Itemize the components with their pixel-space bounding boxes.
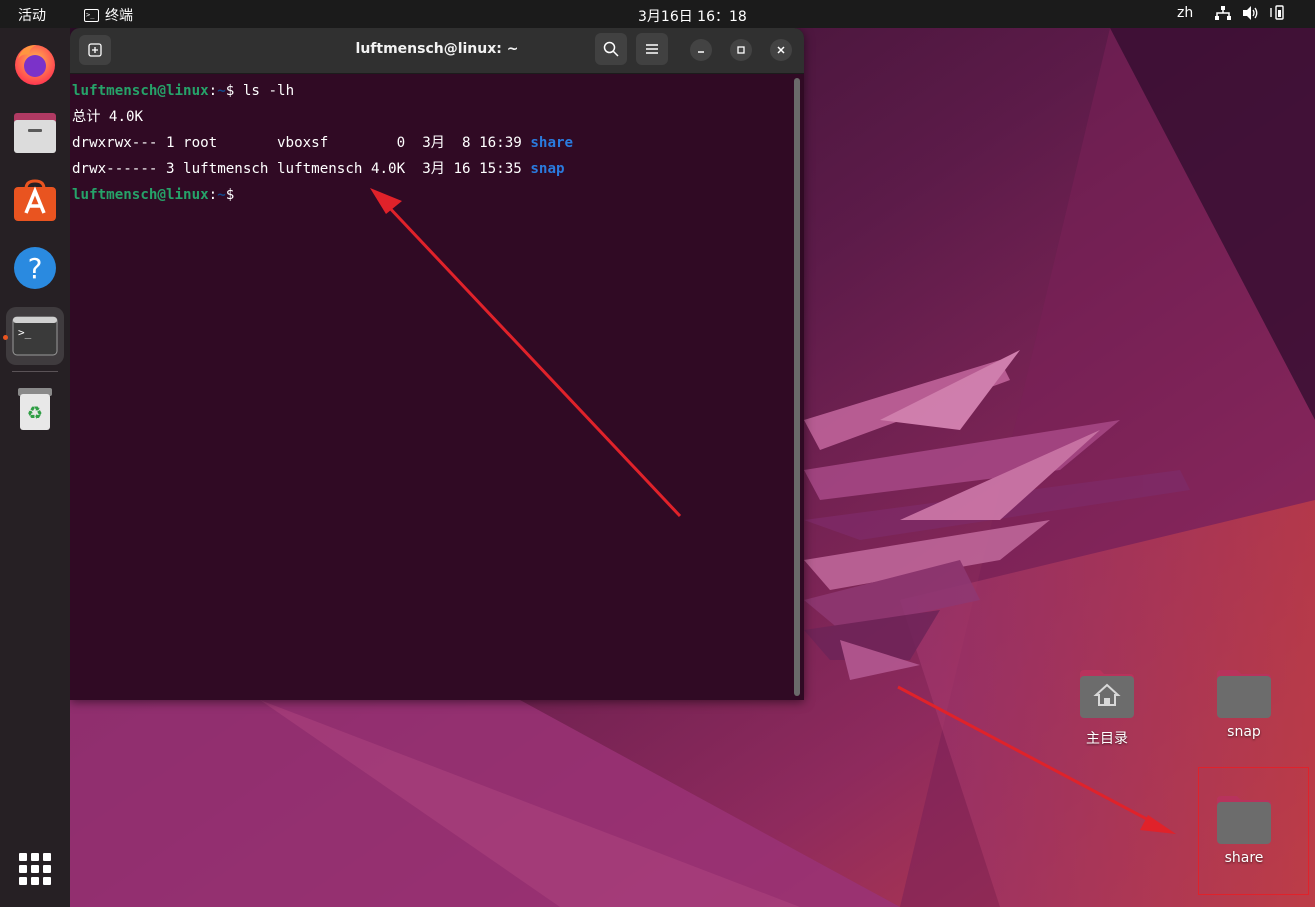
terminal-header-bar[interactable]: luftmensch@linux: ~: [70, 28, 804, 74]
maximize-icon: [737, 46, 745, 54]
firefox-icon: [15, 45, 55, 85]
terminal-icon: >_: [84, 8, 99, 22]
minimize-icon: [698, 51, 704, 53]
terminal-icon: >_: [12, 316, 58, 356]
terminal-window[interactable]: luftmensch@linux: ~ luftmensch@linux:~$ …: [70, 28, 804, 700]
terminal-output[interactable]: luftmensch@linux:~$ ls -lh 总计 4.0K drwxr…: [70, 78, 790, 208]
terminal-line: 总计 4.0K: [72, 109, 144, 125]
desktop-icon-label: 主目录: [1086, 731, 1128, 747]
home-folder-icon: [1080, 670, 1134, 718]
software-icon: [14, 179, 56, 221]
network-icon[interactable]: [1215, 6, 1232, 20]
highlight-box: [1198, 767, 1309, 895]
dock-separator: [12, 371, 58, 372]
top-bar: 活动 >_ 终端 3月16日 16：18 zh: [0, 0, 1315, 28]
svg-text:>_: >_: [18, 326, 32, 339]
terminal-line: luftmensch@linux:~$: [72, 187, 235, 203]
menu-button[interactable]: [636, 33, 668, 65]
dock-item-firefox[interactable]: [6, 35, 64, 93]
dock-item-trash[interactable]: ♻: [6, 380, 64, 438]
dock: ? >_ ♻: [0, 28, 70, 907]
maximize-button[interactable]: [730, 39, 752, 61]
close-button[interactable]: [770, 39, 792, 61]
dock-item-files[interactable]: [6, 104, 64, 162]
files-icon: [14, 113, 56, 153]
dir-name-share: share: [530, 135, 574, 151]
clock[interactable]: 3月16日 16：18: [638, 6, 747, 26]
search-button[interactable]: [595, 33, 627, 65]
search-icon: [603, 41, 619, 57]
desktop-icon-label: snap: [1227, 724, 1261, 740]
app-grid-button[interactable]: [19, 853, 51, 885]
svg-text:?: ?: [28, 252, 43, 285]
dock-item-terminal[interactable]: >_: [6, 307, 64, 365]
running-indicator: [3, 335, 8, 340]
system-tray[interactable]: zh: [1177, 5, 1285, 21]
close-icon: [777, 46, 785, 54]
desktop-icon-home[interactable]: 主目录: [1062, 666, 1152, 748]
help-icon: ?: [14, 247, 56, 289]
dir-name-snap: snap: [530, 161, 565, 177]
trash-icon: ♻: [18, 388, 52, 430]
svg-text:♻: ♻: [27, 403, 43, 424]
app-menu-label: 终端: [105, 8, 133, 24]
dock-item-help[interactable]: ?: [6, 239, 64, 297]
language-indicator[interactable]: zh: [1177, 5, 1193, 21]
hamburger-icon: [646, 44, 658, 54]
terminal-line: drwx------ 3 luftmensch luftmensch 4.0K …: [72, 161, 565, 177]
folder-icon: [1217, 670, 1271, 718]
desktop-icon-snap[interactable]: snap: [1199, 666, 1289, 740]
terminal-line: luftmensch@linux:~$ ls -lh: [72, 83, 295, 99]
terminal-line: drwxrwx--- 1 root vboxsf 0 3月 8 16:39 sh…: [72, 135, 574, 151]
activities-button[interactable]: 活动: [18, 5, 46, 25]
terminal-scrollbar[interactable]: [794, 78, 800, 696]
power-icon[interactable]: [1269, 5, 1285, 21]
app-menu[interactable]: >_ 终端: [84, 5, 133, 25]
volume-icon[interactable]: [1243, 6, 1259, 20]
dock-item-ubuntu-software[interactable]: [6, 171, 64, 229]
minimize-button[interactable]: [690, 39, 712, 61]
